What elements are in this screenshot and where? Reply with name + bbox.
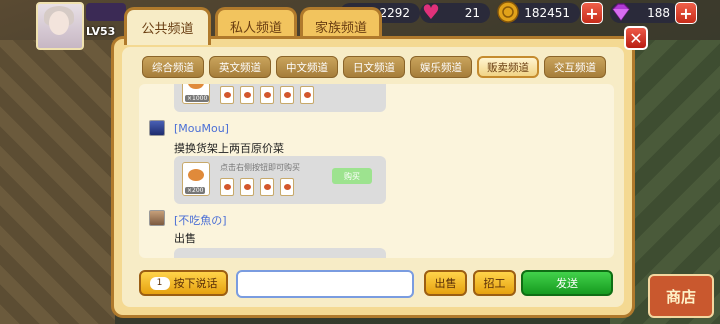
plus-icon: + [585, 3, 599, 23]
close-icon: ✕ [629, 28, 643, 48]
channel-subtabs: 综合频道 英文频道 中文频道 日文频道 娱乐频道 贩卖频道 交互频道 [142, 56, 612, 78]
tab-label: 家族频道 [314, 21, 367, 36]
dish-mini-slot [220, 178, 234, 196]
dish-slot: ×200 [182, 162, 210, 196]
dish-mini-slot [260, 178, 274, 196]
stat-value: 2292 [379, 6, 410, 20]
dish-slot: ×1000 [182, 84, 210, 104]
buy-button[interactable]: 购买 [332, 168, 372, 184]
dish-icon [188, 84, 204, 89]
player-avatar[interactable] [36, 2, 84, 50]
subtab-interaction[interactable]: 交互频道 [544, 56, 606, 78]
hearts-value: 21 [464, 6, 480, 20]
plus-icon: + [679, 3, 693, 23]
subtab-entertainment[interactable]: 娱乐频道 [410, 56, 472, 78]
shop-sign: 商店 [648, 274, 714, 318]
tab-label: 私人频道 [229, 21, 282, 36]
dish-mini-slot [220, 86, 234, 104]
subtab-label: 综合频道 [152, 61, 194, 74]
dish-icon [188, 169, 204, 181]
shop-share-card[interactable]: ×1000 购买 [174, 84, 386, 112]
dish-quantity: ×1000 [185, 95, 210, 102]
message-text: 摸换货架上两百原价菜 [174, 142, 284, 155]
subtab-english[interactable]: 英文频道 [209, 56, 271, 78]
subtab-trade[interactable]: 贩卖频道 [477, 56, 539, 78]
subtab-label: 交互频道 [554, 61, 596, 74]
buy-hint: 点击右侧按钮即可购买 [220, 163, 300, 172]
dish-mini-slot [280, 86, 294, 104]
dish-quantity: ×200 [185, 187, 206, 194]
add-coins-button[interactable]: + [581, 2, 603, 24]
tab-label: 公共频道 [141, 22, 194, 37]
sender-avatar[interactable] [149, 120, 165, 136]
dish-mini-slot [280, 178, 294, 196]
subtab-label: 娱乐频道 [420, 61, 462, 74]
gem-icon [610, 1, 632, 23]
voice-count: 1 [149, 276, 170, 290]
avatar-face [49, 11, 69, 35]
sender-name[interactable]: [MouMou] [174, 122, 229, 135]
dish-mini-slot [240, 178, 254, 196]
subtab-label: 日文频道 [353, 61, 395, 74]
close-button[interactable]: ✕ [624, 26, 648, 50]
subtab-label: 英文频道 [219, 61, 261, 74]
sell-label: 出售 [434, 277, 457, 290]
heart-icon: ♥ [422, 0, 440, 24]
recruit-label: 招工 [483, 277, 506, 290]
sell-button[interactable]: 出售 [424, 270, 467, 296]
sender-avatar[interactable] [149, 210, 165, 226]
shop-share-card[interactable]: ×200 点击右侧按钮即可购买 购买 [174, 156, 386, 204]
shop-sign-text: 商店 [665, 287, 696, 306]
recruit-button[interactable]: 招工 [473, 270, 516, 296]
voice-label: 按下说话 [173, 277, 218, 290]
add-gems-button[interactable]: + [675, 2, 697, 24]
subtab-chinese[interactable]: 中文频道 [276, 56, 338, 78]
chat-message-list[interactable]: ×1000 购买 [MouMou] 摸换货架上两百原价菜 ×200 点击右侧按钮… [139, 84, 614, 258]
coins-value: 182451 [524, 6, 570, 20]
tab-public-channel[interactable]: 公共频道 [124, 7, 211, 45]
dish-mini-slot [240, 86, 254, 104]
player-level: LV53 [86, 25, 116, 38]
buy-label: 购买 [344, 171, 360, 181]
sender-name[interactable]: [不吃魚の] [174, 212, 227, 228]
subtab-label: 中文频道 [286, 61, 328, 74]
game-background-left [0, 40, 115, 324]
message-text: 出售 [174, 232, 196, 245]
dish-mini-slot [260, 86, 274, 104]
message-input[interactable] [236, 270, 414, 298]
subtab-japanese[interactable]: 日文频道 [343, 56, 405, 78]
subtab-label: 贩卖频道 [487, 61, 529, 74]
player-name-bar [86, 3, 126, 21]
gems-value: 188 [647, 6, 670, 20]
shop-share-card[interactable] [174, 248, 386, 258]
send-button[interactable]: 发送 [521, 270, 613, 296]
subtab-general[interactable]: 综合频道 [142, 56, 204, 78]
coin-icon [497, 1, 519, 23]
send-label: 发送 [556, 277, 578, 290]
push-to-talk-button[interactable]: 1 按下说话 [139, 270, 228, 296]
dish-mini-slot [300, 86, 314, 104]
